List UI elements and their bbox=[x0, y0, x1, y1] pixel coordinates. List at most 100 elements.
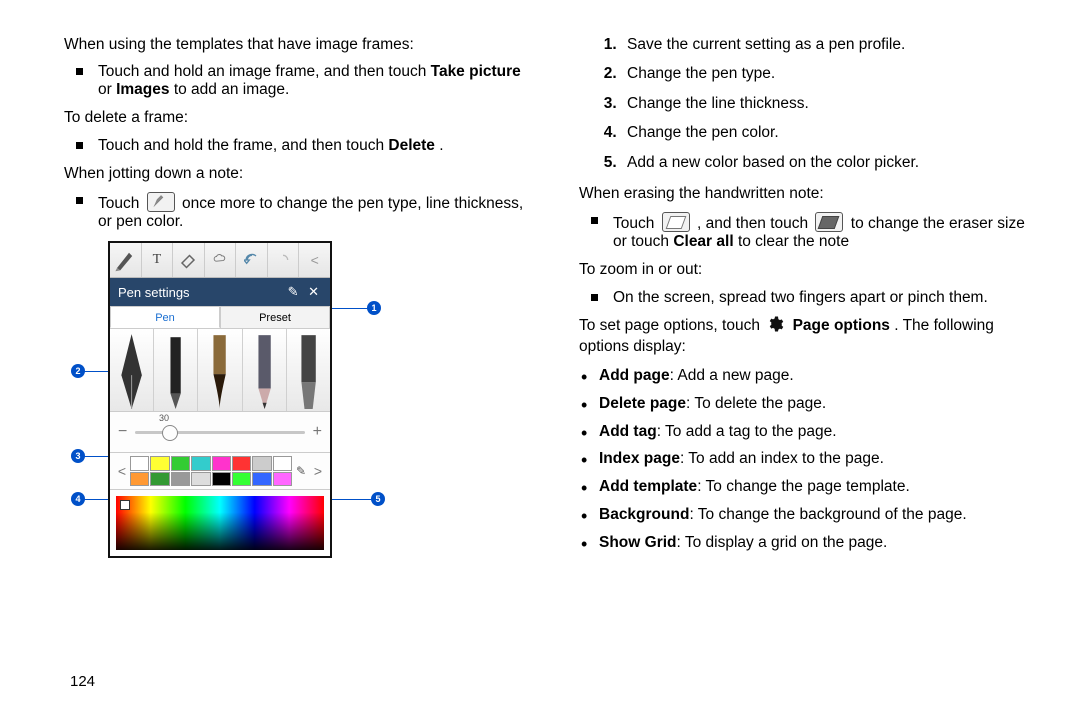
pen-tabs: Pen Preset bbox=[110, 306, 330, 329]
opt-show-grid: Show Grid: To display a grid on the page… bbox=[559, 532, 1040, 554]
bullet-zoom: On the screen, spread two fingers apart … bbox=[559, 289, 1040, 307]
callout-num: 3 bbox=[71, 449, 85, 463]
pen-type-row[interactable] bbox=[110, 329, 330, 412]
thickness-minus[interactable]: − bbox=[118, 423, 127, 441]
pen-slot-marker[interactable] bbox=[287, 329, 330, 411]
text: to add an image. bbox=[174, 81, 289, 98]
pen-slot-pencil[interactable] bbox=[243, 329, 287, 411]
color-swatch[interactable] bbox=[130, 456, 149, 471]
opt-desc: : To change the page template. bbox=[697, 478, 910, 495]
square-bullet-icon bbox=[591, 217, 598, 224]
color-swatch-row: < ✎ > bbox=[110, 453, 330, 490]
bold-take-picture: Take picture bbox=[431, 63, 521, 80]
color-swatch[interactable] bbox=[150, 472, 169, 487]
color-swatch[interactable] bbox=[273, 472, 292, 487]
toolbar-btn-eraser[interactable] bbox=[173, 243, 205, 277]
text: Touch and hold the frame, and then touch bbox=[98, 137, 388, 154]
opt-label: Add page bbox=[599, 367, 670, 384]
pen-settings-figure: T < Pen settings bbox=[108, 241, 378, 558]
thickness-plus[interactable]: + bbox=[313, 423, 322, 441]
bullet-delete: Touch and hold the frame, and then touch… bbox=[44, 137, 525, 155]
opt-label: Delete page bbox=[599, 395, 686, 412]
toolbar-btn-draw[interactable] bbox=[110, 243, 142, 277]
opt-desc: : To add an index to the page. bbox=[680, 450, 884, 467]
color-swatch[interactable] bbox=[171, 456, 190, 471]
bold-images: Images bbox=[116, 81, 169, 98]
text: On the screen, spread two fingers apart … bbox=[613, 289, 988, 306]
color-swatch[interactable] bbox=[252, 456, 271, 471]
pen-slot-fountain[interactable] bbox=[110, 329, 154, 411]
page-number: 124 bbox=[70, 673, 95, 690]
eyedropper-icon[interactable]: ✎ bbox=[292, 464, 310, 478]
bold-clear-all: Clear all bbox=[673, 233, 733, 250]
swatch-prev[interactable]: < bbox=[114, 463, 130, 479]
color-swatch[interactable] bbox=[191, 472, 210, 487]
color-swatch[interactable] bbox=[232, 456, 251, 471]
color-swatch[interactable] bbox=[191, 456, 210, 471]
swatch-next[interactable]: > bbox=[310, 463, 326, 479]
para-jot: When jotting down a note: bbox=[44, 163, 525, 184]
color-swatch[interactable] bbox=[130, 472, 149, 487]
para-delete: To delete a frame: bbox=[44, 107, 525, 128]
toolbar-btn-text[interactable]: T bbox=[142, 243, 174, 277]
opt-desc: : To delete the page. bbox=[686, 395, 826, 412]
text: to clear the note bbox=[738, 233, 849, 250]
color-swatch[interactable] bbox=[150, 456, 169, 471]
text: Touch bbox=[613, 215, 659, 232]
color-swatch[interactable] bbox=[171, 472, 190, 487]
bold-delete: Delete bbox=[388, 137, 435, 154]
color-swatch[interactable] bbox=[212, 472, 231, 487]
opt-add-template: Add template: To change the page templat… bbox=[559, 476, 1040, 498]
toolbar-btn-collapse[interactable]: < bbox=[299, 243, 330, 277]
color-swatches[interactable] bbox=[130, 456, 292, 486]
top-toolbar: T < bbox=[110, 243, 330, 278]
opt-add-page: Add page: Add a new page. bbox=[559, 365, 1040, 387]
gear-icon bbox=[766, 315, 784, 333]
opt-desc: : Add a new page. bbox=[670, 367, 794, 384]
toolbar-btn-undo[interactable] bbox=[236, 243, 268, 277]
color-swatch[interactable] bbox=[232, 472, 251, 487]
tab-pen[interactable]: Pen bbox=[110, 306, 220, 328]
pen-icon bbox=[147, 192, 175, 212]
bullet-templates: Touch and hold an image frame, and then … bbox=[44, 63, 525, 99]
tab-preset[interactable]: Preset bbox=[220, 306, 330, 328]
thickness-value: 30 bbox=[159, 413, 169, 423]
text: , and then touch bbox=[697, 215, 812, 232]
opt-label: Index page bbox=[599, 450, 680, 467]
pen-slot-brush[interactable] bbox=[198, 329, 242, 411]
color-gradient-picker[interactable] bbox=[116, 496, 324, 550]
toolbar-btn-redo[interactable] bbox=[268, 243, 300, 277]
eraser-settings-icon bbox=[815, 212, 843, 232]
para-zoom: To zoom in or out: bbox=[559, 259, 1040, 280]
callout-num: 4 bbox=[71, 492, 85, 506]
step-5: Add a new color based on the color picke… bbox=[621, 152, 1040, 173]
text: Touch and hold an image frame, and then … bbox=[98, 63, 431, 80]
device-screenshot: T < Pen settings bbox=[108, 241, 332, 558]
para-templates: When using the templates that have image… bbox=[44, 34, 525, 55]
color-swatch[interactable] bbox=[273, 456, 292, 471]
text: or bbox=[98, 81, 116, 98]
callout-1: 1 bbox=[332, 308, 374, 309]
callout-2: 2 bbox=[78, 371, 108, 372]
toolbar-btn-cloud[interactable] bbox=[205, 243, 237, 277]
thickness-track[interactable]: 30 bbox=[135, 431, 304, 434]
step-2: Change the pen type. bbox=[621, 63, 1040, 84]
opt-desc: : To display a grid on the page. bbox=[677, 534, 888, 551]
thickness-knob[interactable] bbox=[162, 425, 178, 441]
pen-settings-label: Pen settings bbox=[118, 285, 190, 300]
opt-label: Show Grid bbox=[599, 534, 677, 551]
gradient-cursor[interactable] bbox=[120, 500, 130, 510]
color-swatch[interactable] bbox=[212, 456, 231, 471]
thickness-slider[interactable]: − 30 + bbox=[110, 412, 330, 453]
color-swatch[interactable] bbox=[252, 472, 271, 487]
bullet-jot: Touch once more to change the pen type, … bbox=[44, 192, 525, 231]
opt-delete-page: Delete page: To delete the page. bbox=[559, 393, 1040, 415]
pen-slot-ball[interactable] bbox=[154, 329, 198, 411]
opt-label: Background bbox=[599, 506, 689, 523]
opt-background: Background: To change the background of … bbox=[559, 504, 1040, 526]
text: Touch bbox=[98, 195, 144, 212]
callout-3: 3 bbox=[78, 456, 108, 457]
step-3: Change the line thickness. bbox=[621, 93, 1040, 114]
callout-num: 1 bbox=[367, 301, 381, 315]
pen-settings-header-icons[interactable]: ✎ ✕ bbox=[288, 284, 322, 300]
